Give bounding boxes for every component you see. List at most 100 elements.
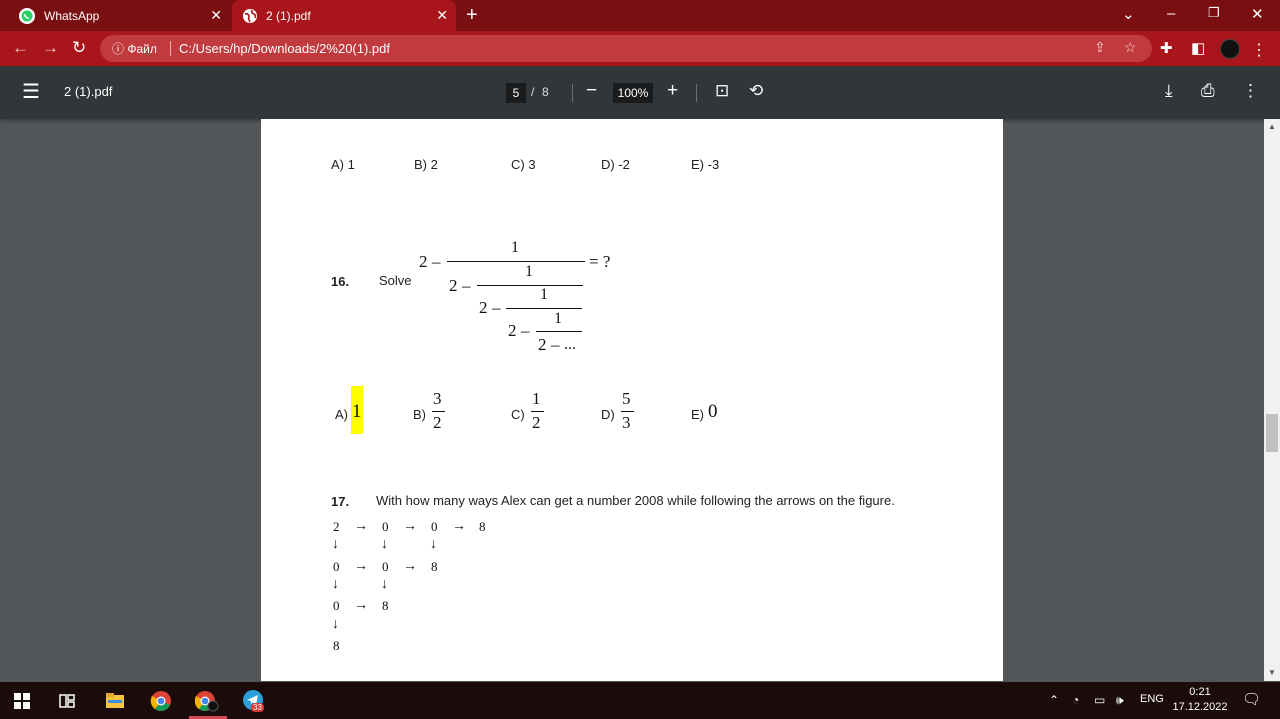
show-hidden-icons-icon[interactable]: ⌃ (1049, 693, 1059, 707)
close-window-icon[interactable]: ✕ (1251, 5, 1264, 23)
scroll-up-icon[interactable]: ▲ (1268, 122, 1276, 131)
cf-two: 2 (419, 252, 428, 271)
cf-one: 1 (540, 286, 548, 303)
page-number-input[interactable]: 5 (506, 83, 526, 103)
back-icon[interactable]: ← (12, 38, 29, 58)
tab-pdf[interactable]: 2 (1).pdf ✕ (232, 0, 456, 31)
q16-option-a-label: A) (335, 407, 348, 422)
fraction-bar (506, 308, 582, 309)
q15-option-d: D) -2 (601, 157, 630, 172)
chrome-icon[interactable] (147, 688, 175, 714)
cf-minus: – (432, 252, 441, 271)
battery-icon[interactable]: ▭ (1094, 693, 1105, 707)
q16-number: 16. (331, 274, 350, 289)
clock-date: 17.12.2022 (1172, 701, 1228, 713)
menu-icon[interactable]: ☰ (22, 82, 40, 102)
cf-minus: – (551, 335, 560, 354)
q15-option-b: B) 2 (414, 157, 438, 172)
tab-title: WhatsApp (44, 8, 100, 23)
restore-icon[interactable]: ❐ (1208, 5, 1220, 21)
close-tab-icon[interactable]: ✕ (210, 7, 222, 24)
cf-two: 2 (508, 321, 517, 340)
grid-digit: 8 (479, 519, 486, 534)
print-icon[interactable]: ⎙ (1201, 81, 1215, 101)
task-view-icon[interactable] (53, 688, 81, 714)
grid-digit: 8 (382, 598, 389, 613)
pdf-title: 2 (1).pdf (64, 84, 113, 99)
close-tab-icon[interactable]: ✕ (436, 7, 448, 24)
fraction-bar (447, 261, 585, 262)
grid-digit: 8 (431, 559, 438, 574)
cf-two: 2 (449, 276, 458, 295)
telegram-badge: 33 (251, 703, 264, 712)
q16-option-b-label: B) (413, 407, 426, 422)
volume-icon[interactable]: 🕪 (1116, 693, 1124, 708)
zoom-level-input[interactable]: 100% (613, 83, 653, 103)
reload-icon[interactable]: ↻ (72, 38, 86, 58)
zoom-in-icon[interactable]: + (667, 80, 678, 102)
q15-option-e: E) -3 (691, 157, 720, 172)
cf-one: 1 (511, 239, 519, 256)
scroll-down-icon[interactable]: ▼ (1268, 668, 1276, 677)
tab-whatsapp[interactable]: WhatsApp ✕ (8, 0, 230, 31)
q17-text: With how many ways Alex can get a number… (376, 493, 895, 508)
right-arrow-icon: → (403, 519, 417, 534)
forward-icon[interactable]: → (42, 38, 59, 58)
tab-search-chevron-icon[interactable]: ⌄ (1122, 5, 1135, 23)
system-clock[interactable]: 0:21 17.12.2022 (1172, 685, 1228, 715)
rotate-icon[interactable]: ⟲ (749, 81, 763, 101)
language-indicator[interactable]: ENG (1140, 693, 1164, 705)
notifications-icon[interactable]: 🗨 (1242, 690, 1261, 708)
address-bar[interactable]: ⓘ Файл C:/Users/hp/Downloads/2%20(1).pdf… (100, 35, 1152, 62)
cf-equals: = ? (589, 252, 611, 271)
extensions-puzzle-icon[interactable]: ✚ (1160, 39, 1173, 57)
cf-minus: – (521, 321, 530, 340)
q17-number: 17. (331, 494, 350, 509)
right-arrow-icon: → (354, 598, 368, 613)
pdf-page (261, 119, 1003, 681)
windows-start-icon[interactable] (8, 688, 36, 714)
grid-digit: 0 (382, 559, 389, 574)
wifi-icon[interactable]: ◔ (1072, 693, 1079, 707)
more-actions-icon[interactable]: ⋮ (1242, 81, 1259, 101)
profile-avatar[interactable] (1220, 39, 1240, 59)
right-arrow-icon: → (452, 519, 466, 534)
scroll-thumb[interactable] (1266, 414, 1278, 452)
chrome-profile-icon[interactable] (193, 688, 221, 714)
toolbar-divider (696, 84, 697, 102)
browser-menu-icon[interactable]: ⋮ (1251, 40, 1267, 60)
q16-option-c-label: C) (511, 407, 525, 422)
site-info-label[interactable]: ⓘ Файл (112, 40, 157, 57)
page-total: 8 (542, 85, 549, 99)
fraction-bar (536, 331, 582, 332)
file-explorer-icon[interactable] (101, 688, 129, 714)
url-text[interactable]: C:/Users/hp/Downloads/2%20(1).pdf (179, 41, 390, 56)
download-icon[interactable]: ⤓ (1165, 81, 1173, 101)
q16-option-c-den: 2 (532, 413, 541, 432)
fraction-bar (621, 411, 634, 412)
scrollbar[interactable] (1264, 119, 1280, 681)
fraction-bar (531, 411, 544, 412)
globe-icon (243, 8, 257, 23)
q16-option-d-den: 3 (622, 413, 631, 432)
q16-option-c-num: 1 (532, 389, 541, 408)
minimize-icon[interactable]: – (1167, 5, 1175, 22)
down-arrow-icon: ↓ (381, 537, 388, 552)
zoom-out-icon[interactable]: − (586, 80, 597, 102)
share-icon[interactable]: ⇪ (1094, 39, 1106, 56)
cf-minus: – (462, 276, 471, 295)
grid-digit: 0 (333, 598, 340, 613)
down-arrow-icon: ↓ (332, 577, 339, 592)
q16-option-b-num: 3 (433, 389, 442, 408)
cf-two: 2 (538, 335, 547, 354)
fit-to-page-icon[interactable]: ⊡ (715, 81, 729, 101)
bookmark-star-icon[interactable]: ☆ (1124, 39, 1137, 56)
toolbar-divider (572, 84, 573, 102)
cf-one: 1 (525, 263, 533, 280)
grid-digit: 0 (431, 519, 438, 534)
pdf-toolbar: ☰ 2 (1).pdf 5 / 8 − 100% + ⊡ ⟲ ⤓ ⎙ ⋮ (0, 66, 1280, 119)
side-panel-icon[interactable]: ◧ (1191, 39, 1205, 57)
grid-digit: 8 (333, 638, 340, 653)
tab-strip: WhatsApp ✕ 2 (1).pdf ✕ + ⌄ – ❐ ✕ (0, 0, 1280, 31)
new-tab-button[interactable]: + (466, 4, 478, 26)
